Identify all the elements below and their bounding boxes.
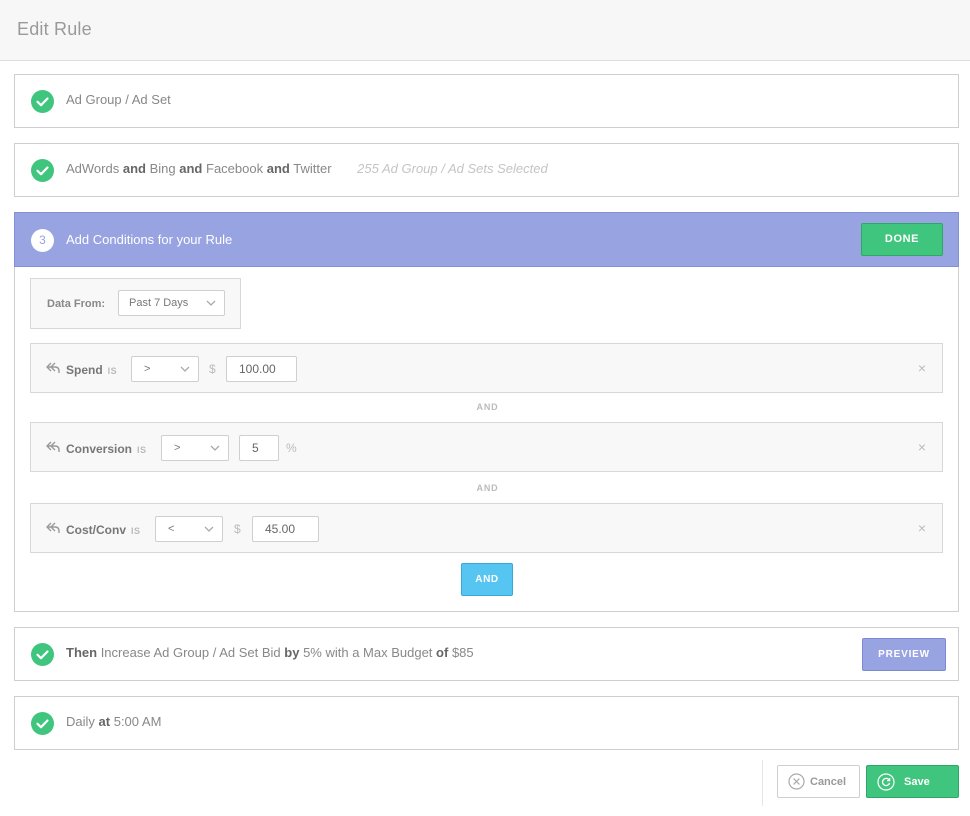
then-keyword: Then [66, 645, 98, 660]
date-range-select[interactable]: Past 7 Days [118, 290, 225, 316]
network-bing: Bing [149, 161, 176, 176]
and-connector: and [266, 161, 290, 176]
metric-name: Conversion [66, 442, 133, 456]
undo-icon[interactable] [46, 441, 61, 453]
cancel-label: Cancel [810, 776, 847, 788]
condition-value-input[interactable]: 5 [239, 435, 279, 461]
save-button[interactable]: Save [866, 765, 959, 798]
check-icon [31, 643, 54, 666]
check-icon [31, 712, 54, 735]
operator-value: > [174, 442, 181, 454]
step-schedule[interactable]: Daily at 5:00 AM [14, 696, 959, 750]
footer-divider [762, 760, 763, 806]
conditions-title: Add Conditions for your Rule [66, 232, 233, 247]
at-keyword: at [98, 714, 111, 729]
dialog-header: Edit Rule [0, 0, 970, 61]
close-icon[interactable]: × [918, 439, 926, 455]
undo-icon[interactable] [46, 362, 61, 374]
step-networks[interactable]: AdWords and Bing and Facebook and Twitte… [14, 143, 959, 197]
condition-metric: Cost/Conv IS [66, 523, 141, 537]
check-icon [31, 159, 54, 182]
cancel-button[interactable]: Cancel [777, 765, 860, 798]
condition-metric: Spend IS [66, 363, 117, 377]
condition-value-input[interactable]: 45.00 [252, 516, 319, 542]
schedule-time: 5:00 AM [113, 714, 162, 729]
done-button[interactable]: DONE [861, 223, 943, 256]
max-budget-value: $85 [451, 645, 474, 660]
action-amount: 5% with a Max Budget [303, 645, 433, 660]
condition-value-input[interactable]: 100.00 [226, 356, 297, 382]
and-separator: AND [476, 402, 499, 412]
step-networks-summary: AdWords and Bing and Facebook and Twitte… [66, 161, 548, 176]
selected-count: 255 Ad Group / Ad Sets Selected [357, 161, 548, 176]
currency-prefix: $ [209, 362, 216, 376]
add-and-condition-button[interactable]: AND [461, 563, 513, 596]
of-keyword: of [436, 645, 449, 660]
preview-button[interactable]: PREVIEW [862, 638, 946, 671]
and-connector: and [122, 161, 146, 176]
chevron-down-icon [204, 526, 214, 532]
operator-select[interactable]: > [131, 356, 199, 382]
step-ad-group[interactable]: Ad Group / Ad Set [14, 74, 959, 128]
chevron-down-icon [210, 445, 220, 451]
chevron-down-icon [180, 366, 190, 372]
condition-row-spend: Spend IS > $ 100.00 × [30, 343, 943, 393]
by-keyword: by [284, 645, 300, 660]
check-icon [31, 90, 54, 113]
operator-select[interactable]: > [161, 435, 229, 461]
network-facebook: Facebook [206, 161, 264, 176]
operator-select[interactable]: < [155, 516, 223, 542]
close-icon[interactable]: × [918, 360, 926, 376]
and-connector: and [179, 161, 203, 176]
step-conditions: 3 Add Conditions for your Rule DONE Data… [14, 212, 959, 612]
network-twitter: Twitter [293, 161, 332, 176]
condition-metric: Conversion IS [66, 442, 147, 456]
is-label: IS [131, 526, 141, 536]
refresh-circle-icon [877, 773, 895, 791]
step-schedule-summary: Daily at 5:00 AM [66, 714, 161, 729]
schedule-frequency: Daily [66, 714, 95, 729]
percent-suffix: % [286, 441, 297, 455]
operator-value: > [144, 363, 151, 375]
conditions-header: 3 Add Conditions for your Rule DONE [14, 212, 959, 267]
currency-prefix: $ [234, 522, 241, 536]
chevron-down-icon [206, 300, 216, 306]
data-from-label: Data From: [47, 298, 106, 310]
cancel-circle-icon [788, 773, 805, 790]
undo-icon[interactable] [46, 522, 61, 534]
action-text: Increase Ad Group / Ad Set Bid [100, 645, 281, 660]
close-icon[interactable]: × [918, 520, 926, 536]
condition-row-cost-conv: Cost/Conv IS < $ 45.00 × [30, 503, 943, 553]
save-label: Save [904, 776, 930, 788]
step-action-summary: Then Increase Ad Group / Ad Set Bid by 5… [66, 645, 474, 660]
and-separator: AND [476, 483, 499, 493]
date-range-value: Past 7 Days [129, 297, 189, 309]
condition-row-conversion: Conversion IS > 5 % × [30, 422, 943, 472]
is-label: IS [107, 366, 118, 376]
metric-name: Cost/Conv [66, 523, 126, 537]
step-ad-group-label: Ad Group / Ad Set [66, 92, 171, 107]
operator-value: < [168, 523, 175, 535]
dialog-title: Edit Rule [17, 19, 92, 39]
is-label: IS [137, 445, 147, 455]
network-adwords: AdWords [66, 161, 120, 176]
metric-name: Spend [66, 363, 103, 377]
step-number-badge: 3 [31, 229, 54, 252]
step-action[interactable]: Then Increase Ad Group / Ad Set Bid by 5… [14, 627, 959, 681]
data-from-box: Data From: Past 7 Days [30, 278, 241, 329]
